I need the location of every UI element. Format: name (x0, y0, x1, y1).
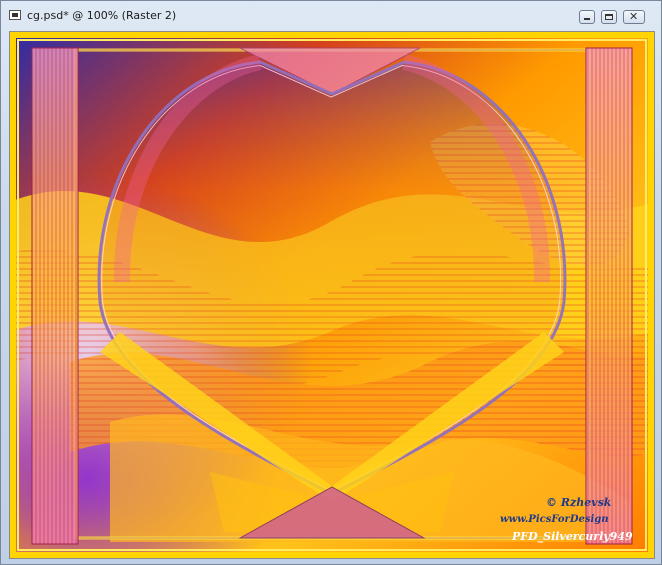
minimize-button[interactable] (579, 10, 595, 24)
signature-line-2: www.PicsForDesign (500, 514, 609, 525)
document-window: cg.psd* @ 100% (Raster 2) ✕ © Rzhevsk ww… (0, 0, 662, 565)
close-button[interactable]: ✕ (623, 10, 645, 24)
window-title: cg.psd* @ 100% (Raster 2) (27, 9, 177, 22)
signature-line-3: PFD_Silvercurly949 (511, 530, 633, 544)
document-icon[interactable] (9, 10, 21, 20)
maximize-button[interactable] (601, 10, 617, 24)
maximize-icon (605, 14, 613, 20)
minimize-icon (584, 18, 590, 20)
title-bar[interactable]: cg.psd* @ 100% (Raster 2) ✕ (1, 1, 661, 29)
image-canvas[interactable]: © Rzhevsk www.PicsForDesign PFD_Silvercu… (9, 31, 655, 559)
signature-line-1: © Rzhevsk (546, 496, 612, 509)
artwork: © Rzhevsk www.PicsForDesign PFD_Silvercu… (10, 32, 654, 558)
close-icon: ✕ (629, 10, 639, 23)
